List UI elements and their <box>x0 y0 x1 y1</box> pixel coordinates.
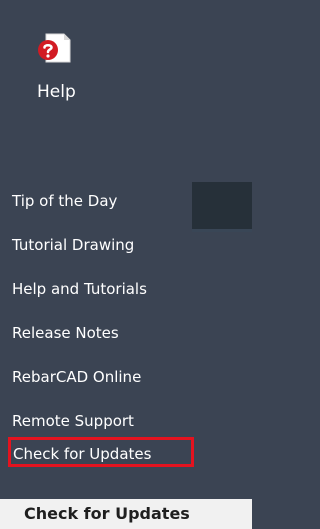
menu-side-strip <box>0 153 12 529</box>
menu-item-release-notes[interactable]: Release Notes <box>12 317 192 349</box>
menu-item-rebarcad-online[interactable]: RebarCAD Online <box>12 361 192 393</box>
menu-item-remote-support[interactable]: Remote Support <box>12 405 192 437</box>
footer-title: Check for Updates <box>24 504 190 523</box>
help-question-icon <box>36 28 76 68</box>
help-button[interactable]: Help <box>24 18 88 110</box>
ribbon-divider <box>192 229 252 232</box>
menu-item-help-and-tutorials[interactable]: Help and Tutorials <box>12 273 192 305</box>
menu-item-check-for-updates[interactable]: Check for Updates <box>8 437 194 467</box>
menu-item-tutorial-drawing[interactable]: Tutorial Drawing <box>12 229 192 261</box>
tooltip-footer: Check for Updates <box>0 499 252 529</box>
help-button-label: Help <box>37 82 76 102</box>
ribbon-dark-band <box>192 182 252 230</box>
help-dropdown-menu: Tip of the Day Tutorial Drawing Help and… <box>8 185 194 499</box>
menu-item-tip-of-the-day[interactable]: Tip of the Day <box>12 185 192 217</box>
